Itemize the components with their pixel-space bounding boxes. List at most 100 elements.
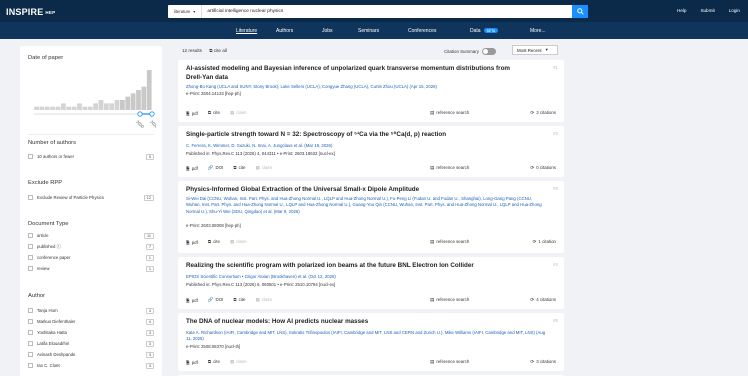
histogram-bar[interactable]: [77, 103, 82, 110]
reference-search-link[interactable]: ▤ reference search: [430, 239, 469, 245]
nav-seminars[interactable]: Seminars: [358, 28, 379, 34]
pdf-button[interactable]: 🗎 pdf: [186, 297, 198, 305]
checkbox[interactable]: [28, 352, 33, 357]
date-histogram[interactable]: 2020 2026: [24, 64, 156, 132]
citations-link[interactable]: ⟳ 1 citation: [533, 239, 556, 245]
doi-button[interactable]: 🔗 DOI: [208, 165, 224, 173]
pdf-button[interactable]: 🗎 pdf: [186, 359, 198, 367]
checkbox[interactable]: [28, 233, 33, 238]
checkbox[interactable]: [28, 244, 33, 249]
checkbox[interactable]: [28, 330, 33, 335]
result-authors[interactable]: C. Ferrera, K. Wimmer, D. Suzuki, N. Ima…: [186, 143, 546, 149]
toggle-switch[interactable]: [481, 48, 496, 55]
histogram-bar[interactable]: [82, 106, 88, 110]
nav-authors[interactable]: Authors: [276, 28, 293, 34]
result-authors[interactable]: Kate A. Richardson (IAIFI, Cambridge and…: [186, 330, 546, 343]
checkbox[interactable]: [28, 363, 33, 368]
submit-link[interactable]: Submit: [700, 8, 714, 13]
checkbox[interactable]: [28, 319, 33, 324]
histogram-bar[interactable]: [61, 103, 66, 110]
histogram-bar[interactable]: [44, 106, 50, 110]
cite-button[interactable]: ⧉ cite: [233, 297, 245, 305]
nav-jobs[interactable]: Jobs: [322, 28, 333, 34]
citations-link[interactable]: ⟳ 3 citations: [530, 110, 556, 116]
nav-more[interactable]: More...: [530, 28, 546, 34]
result-title[interactable]: The DNA of nuclear models: How AI predic…: [186, 317, 526, 326]
reference-search-link[interactable]: ▤ reference search: [430, 359, 469, 365]
reference-search-link[interactable]: ▤ reference search: [430, 165, 469, 171]
cite-button[interactable]: ⧉ cite: [208, 359, 220, 367]
facet-author[interactable]: Latifa Elouadrhiri 3: [28, 339, 154, 348]
nav-literature[interactable]: Literature: [236, 28, 257, 34]
histogram-bar[interactable]: [125, 96, 131, 110]
reference-search-link[interactable]: ▤ reference search: [430, 110, 469, 116]
citations-link[interactable]: ⟳ 3 citations: [530, 359, 556, 365]
nav-data[interactable]: Data BETA: [470, 28, 499, 34]
facet-conference-paper[interactable]: conference paper 1: [28, 253, 154, 262]
histogram-bar[interactable]: [141, 86, 147, 110]
facet-published[interactable]: published ⓘ 7: [28, 242, 154, 251]
date-slider-handle[interactable]: [137, 111, 143, 117]
checkbox[interactable]: [28, 195, 33, 200]
pdf-button[interactable]: 🗎 pdf: [186, 165, 198, 173]
histogram-bar[interactable]: [93, 103, 98, 110]
facet-exclude-rpp[interactable]: Exclude Review of Particle Physics 12: [28, 193, 154, 202]
checkbox[interactable]: [28, 308, 33, 313]
cite-button[interactable]: ⧉ cite: [208, 110, 220, 118]
histogram-bar[interactable]: [39, 106, 45, 110]
result-title[interactable]: Realizing the scientific program with po…: [186, 261, 526, 270]
histogram-bar[interactable]: [71, 106, 77, 110]
facet-author[interactable]: Markus Diefenthaler 4: [28, 317, 154, 326]
histogram-bar[interactable]: [103, 103, 109, 110]
facet-author[interactable]: Ian C. Cloët 3: [28, 361, 154, 370]
search-input[interactable]: artificial intelligence nuclear physics: [202, 9, 572, 14]
result-title[interactable]: Physics-Informed Global Extraction of th…: [186, 185, 526, 194]
citation-summary-toggle[interactable]: Citation Summary: [444, 48, 496, 55]
histogram-bar[interactable]: [120, 100, 125, 110]
result-authors[interactable]: Zhong-Bo Kang (UCLA and SUNY, Stony Broo…: [186, 84, 546, 90]
checkbox[interactable]: [28, 154, 33, 159]
facet-author[interactable]: Yoshitaka Hatta 3: [28, 328, 154, 337]
claim-button[interactable]: ▦ claim: [255, 165, 272, 173]
facet-review[interactable]: review 1: [28, 264, 154, 273]
claim-button[interactable]: ▦ claim: [255, 297, 272, 305]
search-scope-select[interactable]: literature ▾: [168, 5, 203, 18]
histogram-bar[interactable]: [50, 106, 56, 110]
cite-button[interactable]: ⧉ cite: [208, 239, 220, 247]
nav-conferences[interactable]: Conferences: [408, 28, 436, 34]
cite-button[interactable]: ⧉ cite: [233, 165, 245, 173]
histogram-bar[interactable]: [87, 106, 93, 110]
result-authors[interactable]: EPIOS Scientific Consortium • Grigor Ato…: [186, 274, 546, 280]
facet-10-authors[interactable]: 10 authors or fewer 5: [28, 152, 154, 161]
histogram-bar[interactable]: [146, 70, 152, 110]
login-link[interactable]: Login: [729, 8, 740, 13]
checkbox[interactable]: [28, 341, 33, 346]
help-link[interactable]: Help: [677, 8, 686, 13]
histogram-bar[interactable]: [114, 100, 120, 110]
claim-button[interactable]: ▦ claim: [230, 110, 247, 118]
inspire-logo[interactable]: INSPIRE HEP: [6, 7, 55, 17]
result-title[interactable]: AI-assisted modeling and Bayesian infere…: [186, 64, 526, 82]
histogram-bar[interactable]: [130, 93, 136, 110]
help-icon[interactable]: ⓘ: [57, 244, 61, 249]
claim-button[interactable]: ▦ claim: [230, 239, 247, 247]
histogram-bar[interactable]: [136, 90, 141, 110]
sort-select[interactable]: Most Recent ▾: [512, 45, 558, 55]
histogram-bar[interactable]: [98, 100, 104, 110]
citations-link[interactable]: ⟳ 4 citations: [530, 297, 556, 303]
histogram-bar[interactable]: [66, 106, 72, 110]
result-authors[interactable]: Si-Wei Dai (CCNU, Wuhan, Inst. Part. Phy…: [186, 196, 546, 215]
claim-button[interactable]: ▦ claim: [230, 359, 247, 367]
reference-search-link[interactable]: ▤ reference search: [430, 297, 469, 303]
histogram-bar[interactable]: [55, 106, 61, 110]
cite-all-button[interactable]: ⧉ cite all: [209, 48, 227, 53]
facet-author[interactable]: Avinash Deshpande 3: [28, 350, 154, 359]
histogram-bar[interactable]: [34, 106, 39, 110]
date-slider-handle[interactable]: [149, 111, 155, 117]
result-title[interactable]: Single-particle strength toward N = 32: …: [186, 130, 526, 139]
histogram-bar[interactable]: [109, 103, 115, 110]
pdf-button[interactable]: 🗎 pdf: [186, 239, 198, 247]
citations-link[interactable]: ⟳ 0 citations: [530, 165, 556, 171]
facet-article[interactable]: article 11: [28, 231, 154, 240]
facet-author[interactable]: Tanja Horn 4: [28, 306, 154, 315]
